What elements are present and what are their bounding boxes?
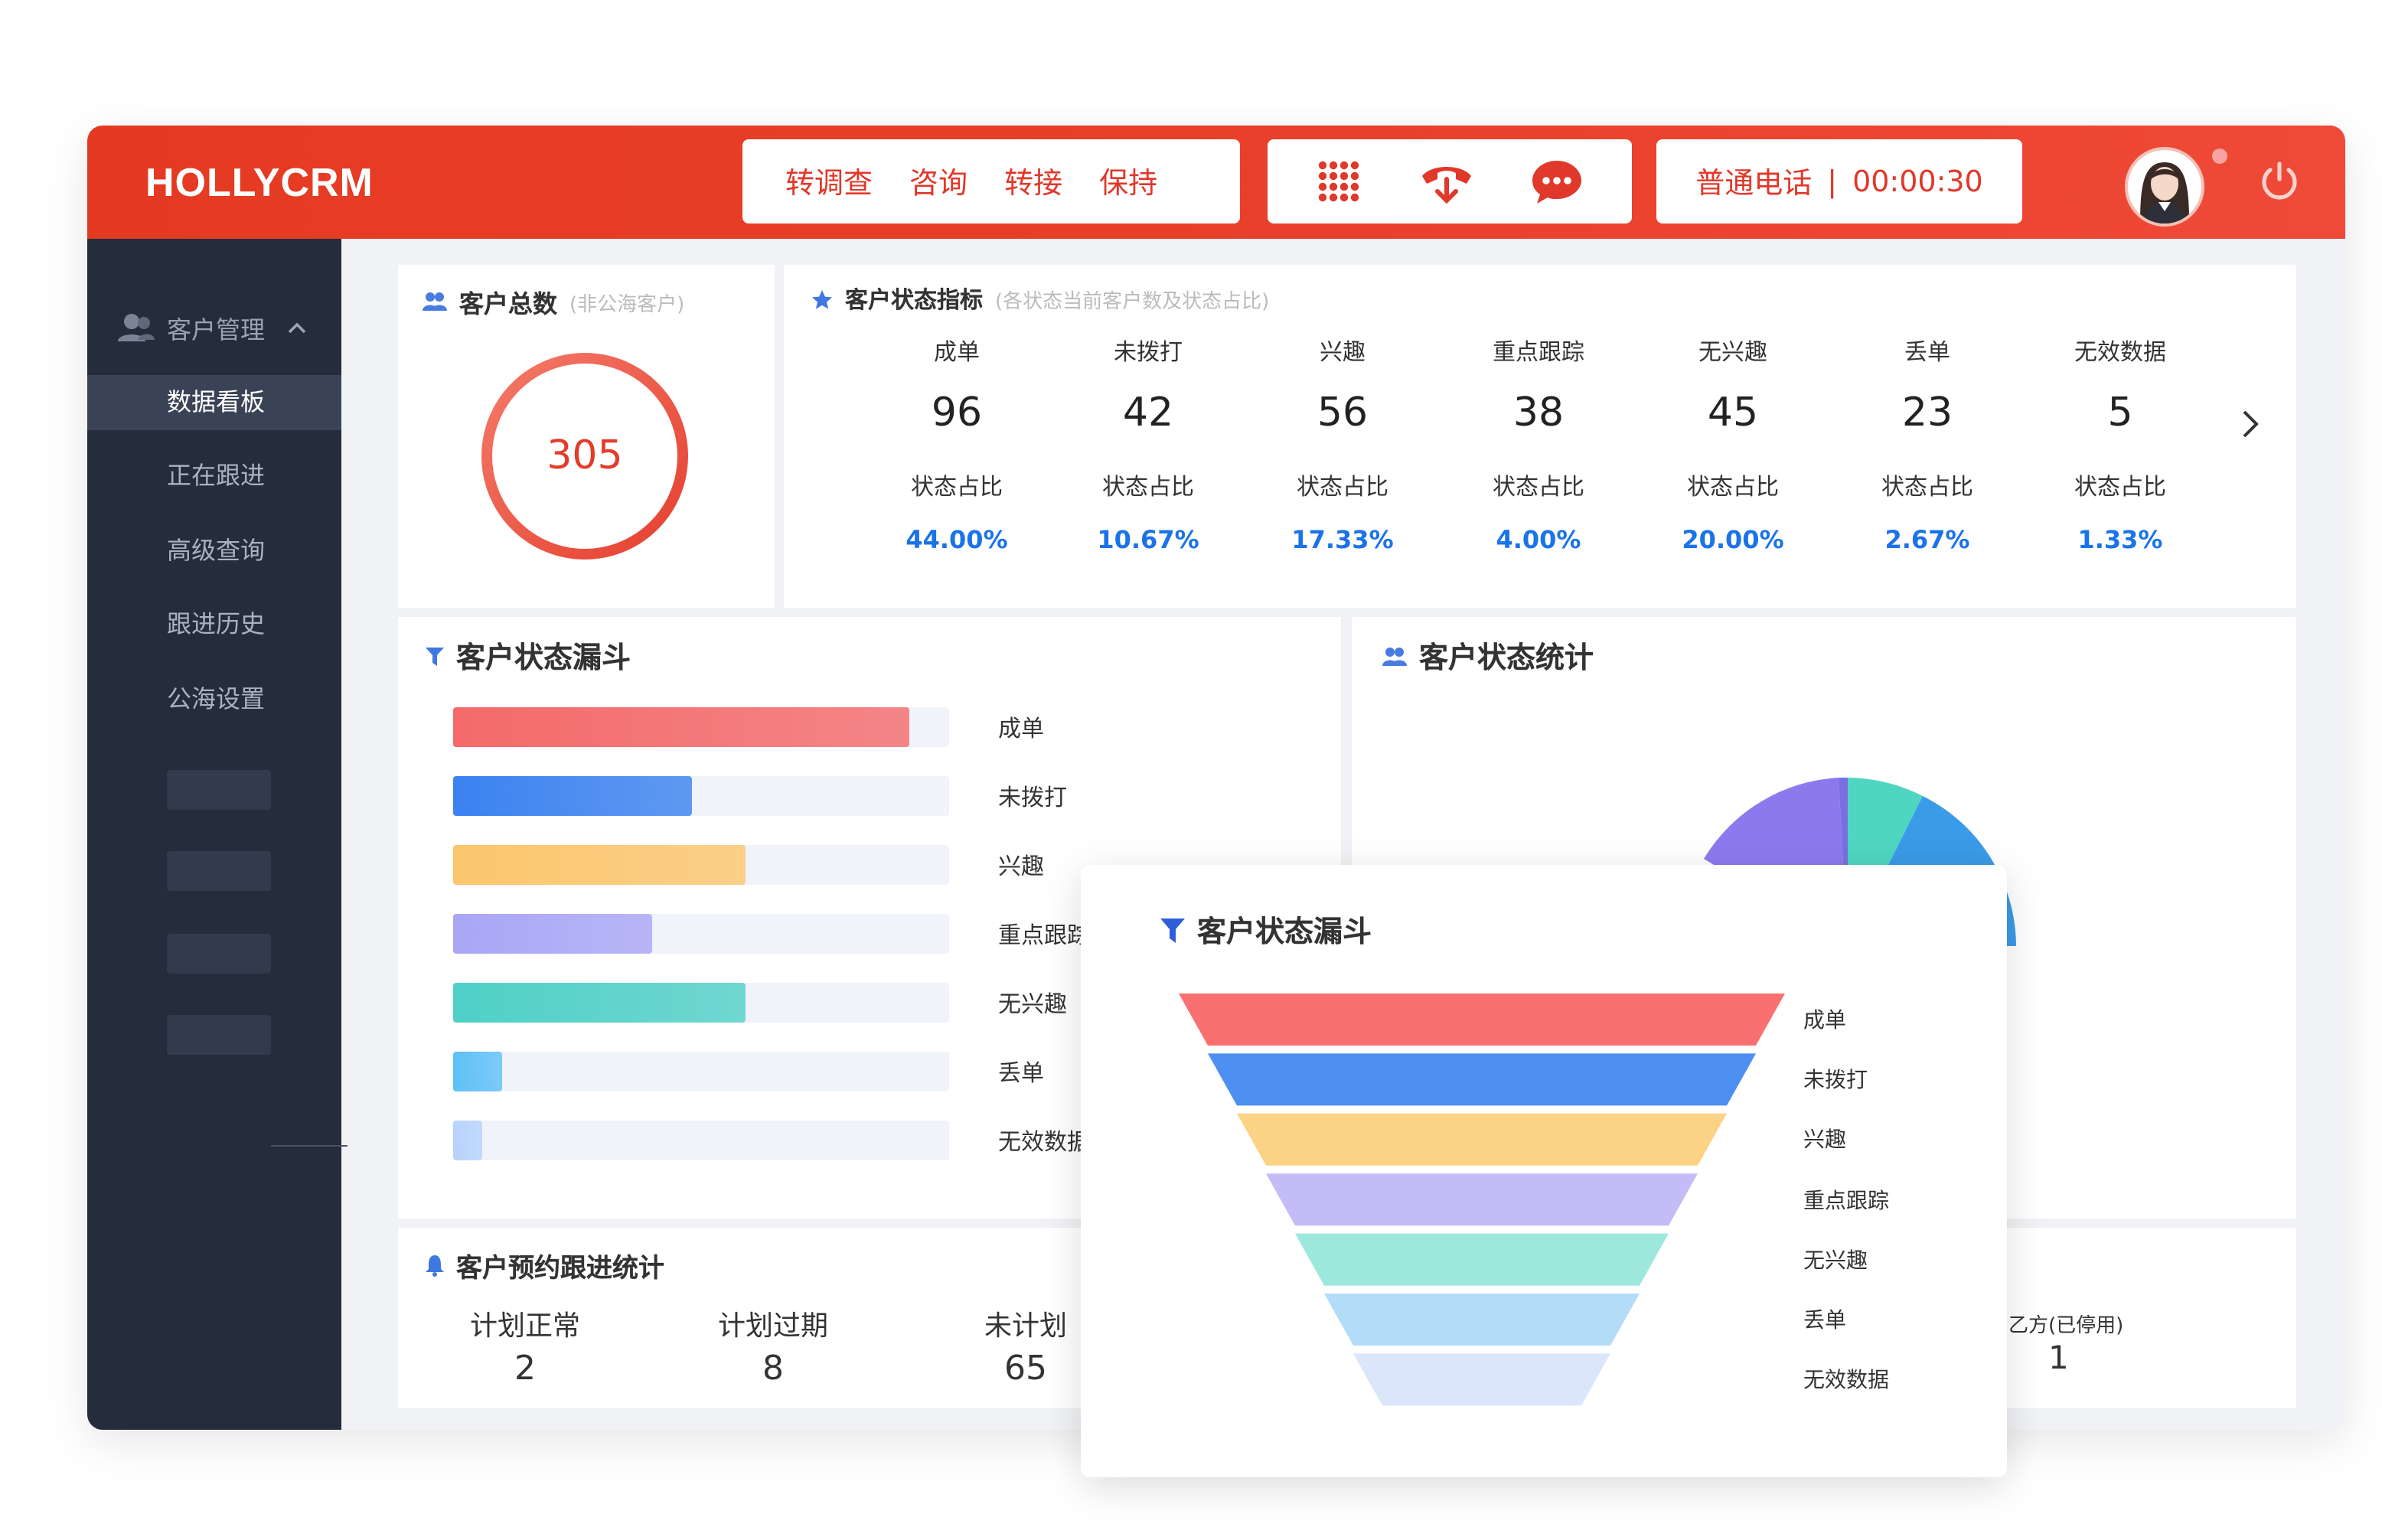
bar-fill xyxy=(453,707,910,747)
funnel-label: 成单 xyxy=(1803,1009,1846,1033)
sidebar: 客户管理 数据看板 正在跟进 高级查询 跟进历史 公海设置 xyxy=(87,239,348,1430)
bar-fill xyxy=(453,845,746,885)
star-icon xyxy=(812,289,832,308)
users-icon xyxy=(118,314,155,341)
appointment-expired: 计划过期 8 xyxy=(718,1310,828,1388)
transfer-survey-button[interactable]: 转调查 xyxy=(785,161,873,202)
funnel-segment xyxy=(1295,1233,1669,1286)
bar-fill xyxy=(453,914,652,954)
users-icon xyxy=(423,292,447,311)
bar-fill xyxy=(453,1121,483,1160)
total-customers-value: 305 xyxy=(547,433,623,479)
bar-label: 重点跟踪 xyxy=(998,922,1091,949)
funnel-label: 无兴趣 xyxy=(1803,1248,1868,1274)
dialpad-icon[interactable] xyxy=(1315,157,1364,206)
hangup-icon[interactable] xyxy=(1416,157,1477,206)
status-indicators-subtitle: (各状态当前客户数及状态占比) xyxy=(995,291,1270,314)
chat-icon[interactable] xyxy=(1529,157,1584,206)
sidebar-item-dashboard[interactable]: 数据看板 xyxy=(87,375,341,430)
funnel-segment xyxy=(1179,993,1785,1046)
call-status-panel: 普通电话 | 00:00:30 xyxy=(1656,139,2022,223)
hold-button[interactable]: 保持 xyxy=(1099,161,1157,202)
call-actions-panel: 转调查 咨询 转接 保持 xyxy=(742,139,1240,223)
status-indicators-title: 客户状态指标 xyxy=(845,286,984,314)
appointment-normal: 计划正常 2 xyxy=(470,1310,580,1388)
bar-track xyxy=(453,1121,949,1160)
sidebar-item-following[interactable]: 正在跟进 xyxy=(87,449,341,504)
notification-dot xyxy=(2212,148,2227,164)
avatar[interactable] xyxy=(2125,147,2204,227)
bar-fill xyxy=(453,776,692,816)
funnel-segment xyxy=(1237,1113,1727,1166)
bar-label: 兴趣 xyxy=(998,853,1045,880)
funnel-label: 未拨打 xyxy=(1803,1069,1868,1094)
appointment-partial-value: 1 xyxy=(2048,1339,2069,1376)
call-type: 普通电话 xyxy=(1695,167,1813,201)
funnel-popup: 客户状态漏斗 成单 未拨打 兴趣 重点跟踪 无兴趣 丢单 无效数据 xyxy=(1081,865,2007,1477)
funnel-segment xyxy=(1208,1053,1756,1106)
total-customers-card: 客户总数 (非公海客户) 305 xyxy=(398,265,775,608)
sidebar-placeholder xyxy=(167,851,271,891)
chevron-up-icon xyxy=(288,322,306,334)
total-customers-subtitle: (非公海客户) xyxy=(569,293,685,316)
funnel-segment xyxy=(1353,1353,1610,1406)
sidebar-placeholder xyxy=(167,1015,271,1055)
sidebar-group-label: 客户管理 xyxy=(167,315,266,344)
bar-track xyxy=(453,707,949,747)
bar-fill xyxy=(453,1052,503,1091)
bar-label: 未拨打 xyxy=(998,784,1068,811)
appointment-partial-label: 乙方(已停用) xyxy=(2008,1315,2124,1338)
bar-label: 成单 xyxy=(998,715,1045,742)
consult-button[interactable]: 咨询 xyxy=(909,161,967,202)
funnel-label: 重点跟踪 xyxy=(1803,1189,1889,1214)
chevron-right-icon[interactable] xyxy=(2235,406,2266,442)
appointment-stats-title: 客户预约跟进统计 xyxy=(456,1254,664,1284)
call-separator: | xyxy=(1827,165,1838,198)
bar-track xyxy=(453,845,949,885)
sidebar-item-history[interactable]: 跟进历史 xyxy=(87,597,341,652)
total-customers-title: 客户总数 xyxy=(459,289,558,318)
bar-track xyxy=(453,983,949,1023)
funnel-segment xyxy=(1324,1294,1640,1346)
power-icon[interactable] xyxy=(2258,159,2301,202)
bar-label: 丢单 xyxy=(998,1059,1045,1087)
transfer-button[interactable]: 转接 xyxy=(1004,161,1062,202)
funnel-segment xyxy=(1266,1173,1698,1226)
bell-icon xyxy=(426,1255,444,1276)
bar-label: 无兴趣 xyxy=(998,990,1068,1018)
sidebar-placeholder xyxy=(167,934,271,974)
brand-logo: HOLLYCRM xyxy=(145,159,374,205)
bar-track xyxy=(453,914,949,954)
funnel-label: 丢单 xyxy=(1803,1309,1846,1333)
bar-track xyxy=(453,1052,949,1091)
sidebar-placeholder xyxy=(167,770,271,810)
funnel-label: 无效数据 xyxy=(1803,1369,1889,1394)
sidebar-divider xyxy=(271,1145,348,1147)
call-icons-panel xyxy=(1268,139,1632,223)
call-timer: 00:00:30 xyxy=(1852,165,1983,198)
top-bar: HOLLYCRM 转调查 咨询 转接 保持 普通电话 | 00:00:30 xyxy=(87,126,2345,239)
status-funnel-bar-title: 客户状态漏斗 xyxy=(456,641,631,675)
bar-label: 无效数据 xyxy=(998,1128,1091,1156)
bar-track xyxy=(453,776,949,816)
sidebar-item-public-pool[interactable]: 公海设置 xyxy=(87,672,341,727)
funnel-icon xyxy=(426,647,444,665)
status-indicators-card: 客户状态指标 (各状态当前客户数及状态占比) 成单 96 状态占比 44.00%… xyxy=(784,265,2296,608)
funnel-label: 兴趣 xyxy=(1803,1128,1846,1153)
sidebar-group-customer[interactable]: 客户管理 xyxy=(118,309,308,346)
sidebar-item-advanced-search[interactable]: 高级查询 xyxy=(87,524,341,579)
bar-fill xyxy=(453,983,746,1023)
